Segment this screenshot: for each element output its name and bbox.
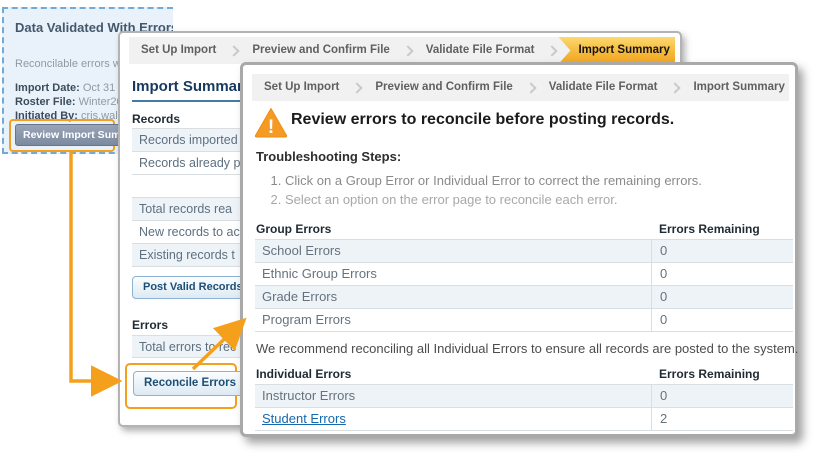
table-row[interactable]: School Errors 0 [255, 240, 793, 263]
individual-errors-header: Individual Errors Errors Remaining [255, 363, 793, 384]
step-validate-format[interactable]: Validate File Format [414, 37, 547, 64]
elbow-arrow [71, 150, 112, 381]
screenshot-canvas: Data Validated With Errors Reconcilable … [0, 0, 817, 453]
column-header: Individual Errors [255, 367, 651, 381]
review-errors-heading: Review errors to reconcile before postin… [291, 111, 674, 129]
post-valid-records-button[interactable]: Post Valid Records [132, 276, 254, 299]
column-header: Errors Remaining [651, 222, 793, 236]
column-header: Group Errors [255, 222, 651, 236]
step-set-up-import[interactable]: Set Up Import [252, 74, 351, 101]
chevron-icon [229, 45, 240, 56]
records-section-label: Records [132, 112, 180, 126]
troubleshooting-steps-list: Click on a Group Error or Individual Err… [285, 171, 702, 209]
step-set-up-import[interactable]: Set Up Import [129, 37, 228, 64]
step-import-summary[interactable]: Import Summary [681, 74, 789, 101]
group-errors-table: Group Errors Errors Remaining School Err… [255, 218, 793, 332]
column-header: Errors Remaining [651, 367, 793, 381]
chevron-icon [547, 45, 558, 56]
reconcile-errors-button[interactable]: Reconcile Errors [133, 371, 247, 396]
wizard-breadcrumb-mid: Set Up Import Preview and Confirm File V… [129, 37, 675, 64]
chevron-icon [525, 82, 536, 93]
chevron-icon [352, 82, 363, 93]
step-import-summary-active[interactable]: Import Summary [558, 37, 675, 64]
recommend-text: We recommend reconciling all Individual … [256, 341, 798, 356]
svg-text:!: ! [268, 117, 274, 138]
group-errors-header: Group Errors Errors Remaining [255, 218, 793, 239]
reconcile-errors-window: Set Up Import Preview and Confirm File V… [240, 62, 798, 437]
step-preview-confirm[interactable]: Preview and Confirm File [240, 37, 401, 64]
table-row[interactable]: Program Errors 0 [255, 309, 793, 332]
table-row[interactable]: Student Errors 2 [255, 408, 793, 431]
individual-errors-table: Individual Errors Errors Remaining Instr… [255, 363, 793, 431]
chevron-icon [670, 82, 681, 93]
chevron-icon [402, 45, 413, 56]
warning-icon: ! [254, 107, 288, 138]
list-item: Select an option on the error page to re… [285, 190, 702, 209]
list-item: Click on a Group Error or Individual Err… [285, 171, 702, 190]
step-preview-confirm[interactable]: Preview and Confirm File [363, 74, 524, 101]
errors-section-label: Errors [132, 318, 168, 332]
troubleshooting-label: Troubleshooting Steps: [256, 149, 401, 164]
table-row[interactable]: Grade Errors 0 [255, 286, 793, 309]
student-errors-link[interactable]: Student Errors [262, 411, 346, 426]
table-row[interactable]: Ethnic Group Errors 0 [255, 263, 793, 286]
step-validate-format[interactable]: Validate File Format [537, 74, 670, 101]
wizard-breadcrumb-front: Set Up Import Preview and Confirm File V… [252, 74, 789, 101]
table-row[interactable]: Instructor Errors 0 [255, 385, 793, 408]
